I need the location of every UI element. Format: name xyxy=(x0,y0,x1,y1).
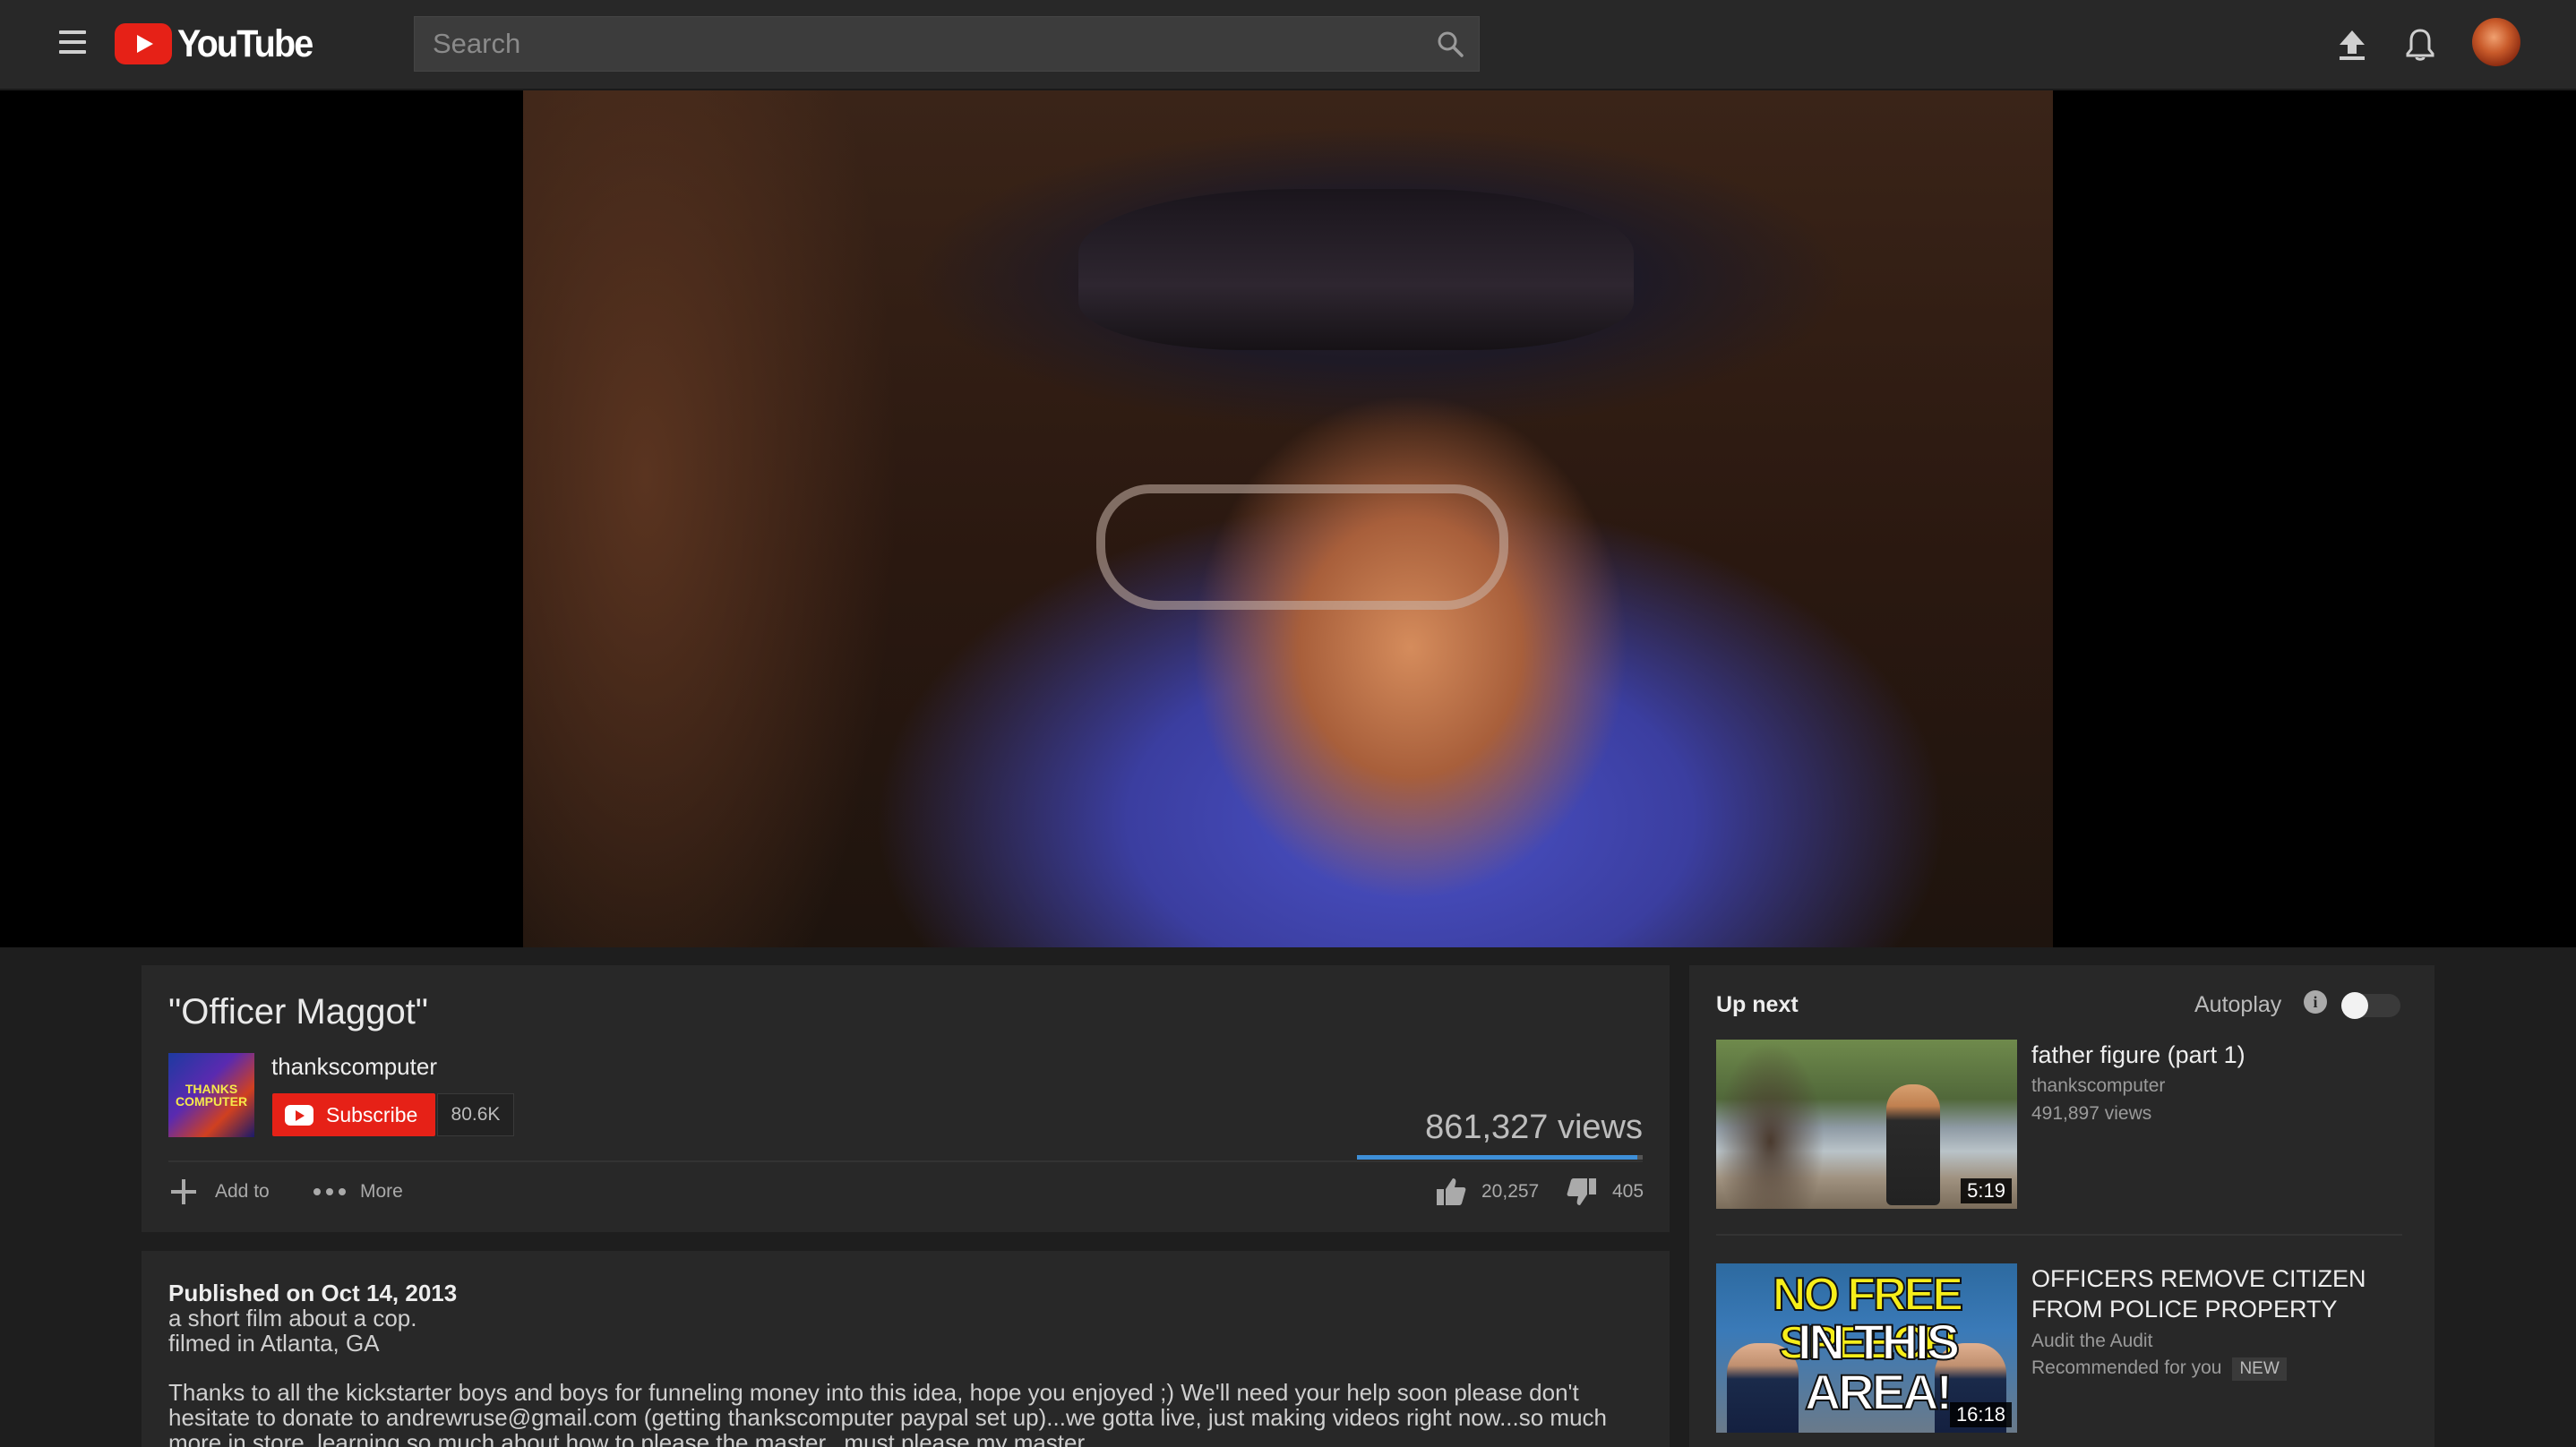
search-button[interactable] xyxy=(1421,17,1479,71)
description-line: Thanks to all the kickstarter boys and b… xyxy=(168,1379,1579,1406)
thumbs-down-icon xyxy=(1567,1178,1596,1205)
search-input[interactable] xyxy=(415,17,1421,71)
new-badge: NEW xyxy=(2232,1357,2287,1381)
divider xyxy=(1716,1234,2402,1236)
toggle-knob xyxy=(2341,992,2368,1019)
recommended-video[interactable]: NO FREE SPEECH IN THIS AREA! 16:18 OFFIC… xyxy=(1716,1263,2415,1434)
autoplay-label: Autoplay xyxy=(2194,992,2282,1017)
top-bar: YouTube xyxy=(0,0,2576,90)
video-thumbnail[interactable]: NO FREE SPEECH IN THIS AREA! 16:18 xyxy=(1716,1263,2017,1433)
info-icon[interactable]: i xyxy=(2304,990,2327,1014)
youtube-play-icon xyxy=(285,1104,313,1126)
recommended-reason: Recommended for you NEW xyxy=(2031,1357,2287,1381)
like-ratio-bar xyxy=(1357,1155,1643,1160)
youtube-logo-text: YouTube xyxy=(177,21,313,65)
recommended-views: 491,897 views xyxy=(2031,1103,2152,1124)
notifications-button[interactable] xyxy=(2399,23,2442,66)
channel-avatar-text: THANKS COMPUTER xyxy=(175,1082,248,1109)
divider xyxy=(168,1160,1643,1162)
subscriber-count: 80.6K xyxy=(437,1093,514,1136)
add-to-button[interactable]: Add to xyxy=(168,1177,270,1207)
up-next-heading: Up next xyxy=(1716,992,1799,1017)
search-bar xyxy=(414,16,1480,72)
channel-name[interactable]: thankscomputer xyxy=(271,1053,437,1081)
view-count: 861,327 views xyxy=(1425,1109,1643,1146)
thumbs-up-icon xyxy=(1437,1178,1466,1205)
search-icon xyxy=(1438,31,1464,57)
upload-icon xyxy=(2340,30,2365,60)
video-info-card: "Officer Maggot" THANKS COMPUTER thanksc… xyxy=(142,965,1670,1232)
video-frame[interactable] xyxy=(523,90,2053,947)
user-avatar[interactable] xyxy=(2472,18,2520,66)
add-to-label: Add to xyxy=(215,1181,270,1202)
youtube-logo-mark xyxy=(115,23,172,64)
youtube-logo[interactable]: YouTube xyxy=(115,21,324,66)
video-duration: 16:18 xyxy=(1949,1402,2012,1427)
up-next-sidebar: Up next Autoplay i 5:19 father figure (p… xyxy=(1689,965,2434,1447)
recommended-title[interactable]: OFFICERS REMOVE CITIZEN FROM POLICE PROP… xyxy=(2031,1263,2408,1324)
more-label: More xyxy=(360,1181,403,1202)
description-line: filmed in Atlanta, GA xyxy=(168,1330,380,1357)
description-line: hesitate to donate to andrewruse@gmail.c… xyxy=(168,1404,1608,1431)
dislike-button[interactable]: 405 xyxy=(1566,1177,1644,1207)
like-button[interactable]: 20,257 xyxy=(1435,1177,1539,1207)
thumbnail-figure xyxy=(1886,1084,1940,1205)
subscribe-button[interactable]: Subscribe xyxy=(272,1093,435,1136)
subscribe-label: Subscribe xyxy=(326,1102,418,1126)
description-line: a short film about a cop. xyxy=(168,1305,417,1331)
recommended-channel: Audit the Audit xyxy=(2031,1331,2153,1351)
recommended-channel: thankscomputer xyxy=(2031,1075,2166,1096)
channel-avatar[interactable]: THANKS COMPUTER xyxy=(168,1053,254,1137)
video-player xyxy=(0,90,2576,947)
like-ratio-fill xyxy=(1357,1155,1637,1160)
recommended-title[interactable]: father figure (part 1) xyxy=(2031,1040,2408,1070)
more-button[interactable]: More xyxy=(312,1177,403,1207)
video-duration: 5:19 xyxy=(1961,1178,2012,1203)
published-date: Published on Oct 14, 2013 xyxy=(168,1280,458,1306)
autoplay-toggle[interactable] xyxy=(2341,992,2400,1019)
like-count: 20,257 xyxy=(1481,1181,1540,1202)
description-line: more in store, learning so much about ho… xyxy=(168,1429,1103,1447)
dislike-count: 405 xyxy=(1612,1181,1644,1202)
bell-icon xyxy=(2406,29,2434,61)
description-card: Published on Oct 14, 2013 a short film a… xyxy=(142,1251,1670,1447)
upload-button[interactable] xyxy=(2331,23,2374,66)
hamburger-icon[interactable] xyxy=(59,30,86,54)
video-thumbnail[interactable]: 5:19 xyxy=(1716,1040,2017,1209)
ellipsis-icon xyxy=(313,1188,346,1195)
video-title: "Officer Maggot" xyxy=(168,992,428,1032)
recommended-video[interactable]: 5:19 father figure (part 1) thankscomput… xyxy=(1716,1040,2415,1210)
plus-icon xyxy=(171,1179,196,1204)
recommended-reason-text: Recommended for you xyxy=(2031,1357,2222,1378)
